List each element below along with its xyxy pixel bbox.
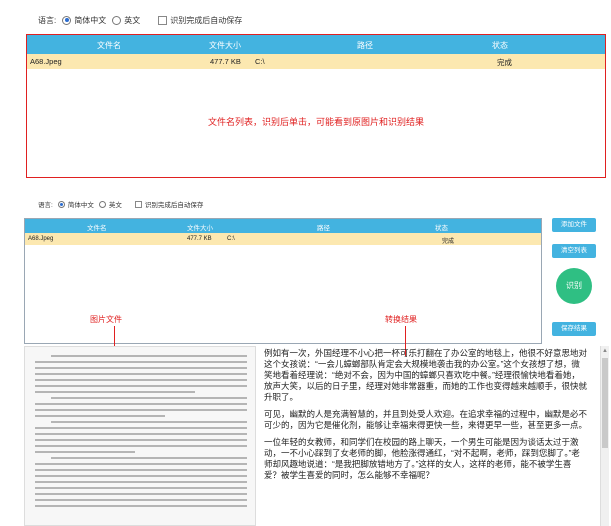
result-scrollbar[interactable]: ▲ [600,346,609,526]
top-file-list-panel: 文件名 文件大小 路径 状态 A68.Jpeg 477.7 KB C:\ 完成 … [26,34,606,178]
bottom-file-list-panel: 文件名 文件大小 路径 状态 A68.Jpeg 477.7 KB C:\ 完成 [24,218,542,344]
top-radio-english[interactable]: 英文 [112,15,140,26]
result-paragraph: 可见，幽默的人是充满智慧的，并且到处受人欢迎。在追求幸福的过程中，幽默是必不可少… [264,409,588,430]
radio-selected-icon[interactable] [57,200,65,208]
scroll-up-icon[interactable]: ▲ [602,348,608,354]
image-preview-pane[interactable] [24,346,256,526]
top-radio-simplified-chinese[interactable]: 简体中文 [62,15,106,26]
row-filesize: 477.7 KB [210,57,241,66]
bottom-radio-simplified-chinese[interactable]: 简体中文 [57,199,94,209]
radio-selected-icon[interactable] [62,15,72,25]
top-autosave-checkbox[interactable]: 识别完成后自动保存 [158,15,242,26]
col-path[interactable]: 路径 [317,222,330,232]
add-file-button[interactable]: 添加文件 [552,218,596,232]
top-language-options: 语言: 简体中文 英文 识别完成后自动保存 [38,12,242,28]
row-filesize: 477.7 KB [187,236,212,242]
result-text-pane[interactable]: 例如有一次，外国经理不小心把一杯可乐打翻在了办公室的地毯上，他很不好意思地对这个… [260,346,600,526]
row-status: 完成 [442,239,455,245]
radio-unselected-icon[interactable] [112,15,122,25]
result-paragraph: 例如有一次，外国经理不小心把一杯可乐打翻在了办公室的地毯上，他很不好意思地对这个… [264,348,588,402]
top-language-label: 语言: [38,15,57,25]
bottom-language-options: 语言: 简体中文 英文 识别完成后自动保存 [38,197,203,211]
radio-unselected-icon[interactable] [98,200,106,208]
recognize-button[interactable]: 识别 [556,268,592,304]
row-status: 完成 [497,58,512,67]
result-paragraph: 一位年轻的女教师，和同学们在校园的路上聊天，一个男生可能是因为谈话太过于激动，一… [264,437,580,480]
checkbox-icon[interactable] [158,15,168,25]
bottom-radio-english[interactable]: 英文 [98,199,122,209]
table-row[interactable]: A68.Jpeg 477.7 KB C:\ 完成 [25,233,541,245]
top-table-header: 文件名 文件大小 路径 状态 [27,35,605,54]
bottom-language-label: 语言: [38,202,53,209]
col-path[interactable]: 路径 [357,40,373,51]
col-filesize[interactable]: 文件大小 [209,40,241,51]
checkbox-icon[interactable] [134,200,142,208]
col-status[interactable]: 状态 [492,40,508,51]
row-path: C:\ [227,236,235,242]
col-status[interactable]: 状态 [435,222,448,232]
result-label: 转换结果 [385,315,417,324]
row-path: C:\ [255,57,265,66]
col-filename[interactable]: 文件名 [97,40,121,51]
row-filename: A68.Jpeg [28,236,54,242]
save-result-button[interactable]: 保存结果 [552,322,596,336]
top-annotation: 文件名列表，识别后单击，可能看到原图片和识别结果 [207,117,424,127]
scroll-thumb[interactable] [602,358,608,448]
row-filename: A68.Jpeg [30,57,62,66]
bottom-table-header: 文件名 文件大小 路径 状态 [25,219,541,233]
bottom-autosave-checkbox[interactable]: 识别完成后自动保存 [134,199,203,209]
table-row[interactable]: A68.Jpeg 477.7 KB C:\ 完成 [27,54,605,69]
col-filesize[interactable]: 文件大小 [187,222,213,232]
clear-list-button[interactable]: 清空列表 [552,244,596,258]
image-file-label: 图片文件 [90,315,122,324]
col-filename[interactable]: 文件名 [87,222,107,232]
